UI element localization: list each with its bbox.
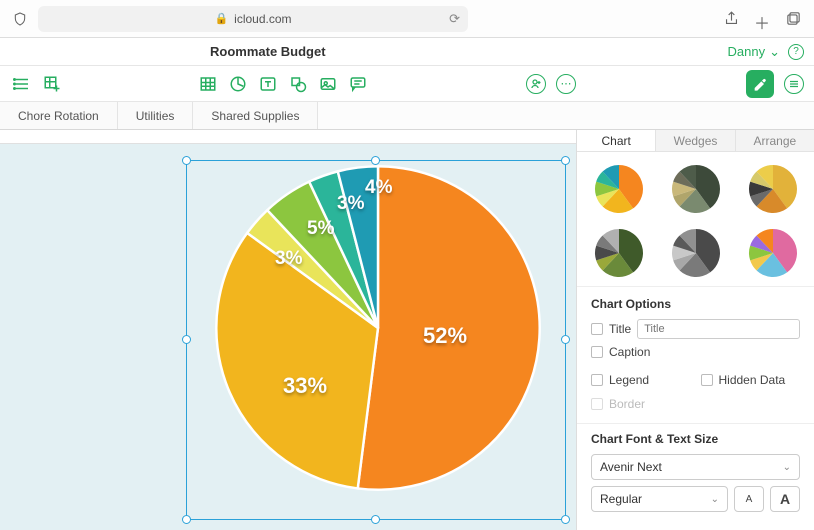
- format-button[interactable]: [746, 70, 774, 98]
- pie-label-5: 5%: [307, 218, 334, 240]
- chart-style-thumb-3[interactable]: [745, 164, 800, 214]
- reload-icon[interactable]: ⟳: [449, 11, 460, 27]
- insert-shape-button[interactable]: [286, 72, 310, 96]
- pie-label-4: 4%: [365, 177, 392, 199]
- collaborate-button[interactable]: [526, 74, 546, 94]
- chart-font-heading: Chart Font & Text Size: [591, 432, 800, 446]
- border-checkbox: [591, 398, 603, 410]
- lock-icon: 🔒: [214, 12, 228, 25]
- chart-style-thumb-2[interactable]: [668, 164, 723, 214]
- chart-font-section: Chart Font & Text Size Avenir Next ⌄ Reg…: [577, 424, 814, 530]
- chart-title-input[interactable]: [637, 319, 800, 339]
- chevron-down-icon: ⌄: [711, 494, 719, 505]
- chart-style-thumb-6[interactable]: [745, 228, 800, 278]
- font-size-decrease[interactable]: A: [734, 486, 764, 512]
- app-header: Roommate Budget Danny ⌄ ?: [0, 38, 814, 66]
- resize-handle-se[interactable]: [561, 515, 570, 524]
- legend-label: Legend: [609, 373, 649, 387]
- font-weight-select[interactable]: Regular ⌄: [591, 486, 728, 512]
- hidden-data-label: Hidden Data: [719, 373, 786, 387]
- share-icon[interactable]: [723, 10, 740, 27]
- pie-chart[interactable]: 52% 33% 3% 5% 3% 4%: [213, 163, 543, 493]
- help-button[interactable]: ?: [788, 44, 804, 60]
- sheet-tab-shared-supplies[interactable]: Shared Supplies: [193, 102, 318, 129]
- resize-handle-e[interactable]: [561, 335, 570, 344]
- user-menu[interactable]: Danny ⌄: [728, 44, 780, 60]
- document-title: Roommate Budget: [210, 44, 326, 59]
- selected-chart[interactable]: 52% 33% 3% 5% 3% 4%: [186, 160, 566, 520]
- pie-label-52: 52%: [423, 323, 467, 349]
- chart-style-thumb-4[interactable]: [591, 228, 646, 278]
- resize-handle-sw[interactable]: [182, 515, 191, 524]
- chart-options-heading: Chart Options: [591, 297, 800, 311]
- insert-chart-button[interactable]: [226, 72, 250, 96]
- resize-handle-ne[interactable]: [561, 156, 570, 165]
- title-label: Title: [609, 322, 631, 336]
- resize-handle-w[interactable]: [182, 335, 191, 344]
- font-size-increase[interactable]: A: [770, 486, 800, 512]
- privacy-shield-icon[interactable]: [12, 10, 28, 28]
- caption-label: Caption: [609, 345, 650, 359]
- format-inspector: Chart Wedges Arrange Chart Options Title…: [576, 130, 814, 530]
- resize-handle-n[interactable]: [371, 156, 380, 165]
- chart-style-grid: [577, 152, 814, 287]
- toolbar: ⋯: [0, 66, 814, 102]
- font-family-value: Avenir Next: [600, 460, 662, 474]
- pie-label-33: 33%: [283, 373, 327, 399]
- pie-label-3b: 3%: [337, 193, 364, 215]
- chevron-down-icon: ⌄: [769, 44, 780, 60]
- resize-handle-nw[interactable]: [182, 156, 191, 165]
- tab-arrange[interactable]: Arrange: [736, 130, 814, 151]
- spreadsheet-canvas[interactable]: 52% 33% 3% 5% 3% 4%: [0, 130, 576, 530]
- font-family-select[interactable]: Avenir Next ⌄: [591, 454, 800, 480]
- hidden-data-checkbox[interactable]: [701, 374, 713, 386]
- insert-media-button[interactable]: [316, 72, 340, 96]
- insert-text-button[interactable]: [256, 72, 280, 96]
- tabs-icon[interactable]: [785, 10, 802, 27]
- tab-chart[interactable]: Chart: [577, 130, 656, 151]
- new-tab-icon[interactable]: ＋: [754, 10, 771, 27]
- insert-comment-button[interactable]: [346, 72, 370, 96]
- chart-style-thumb-5[interactable]: [668, 228, 723, 278]
- sheet-tabs: Chore Rotation Utilities Shared Supplies: [0, 102, 814, 130]
- chevron-down-icon: ⌄: [783, 462, 791, 473]
- resize-handle-s[interactable]: [371, 515, 380, 524]
- chart-style-thumb-1[interactable]: [591, 164, 646, 214]
- insert-table-button[interactable]: [196, 72, 220, 96]
- legend-checkbox[interactable]: [591, 374, 603, 386]
- user-name: Danny: [728, 44, 766, 59]
- address-bar[interactable]: 🔒 icloud.com ⟳: [38, 6, 468, 32]
- sheet-tab-utilities[interactable]: Utilities: [118, 102, 194, 129]
- inspector-tabs: Chart Wedges Arrange: [577, 130, 814, 152]
- more-button[interactable]: ⋯: [556, 74, 576, 94]
- url-text: icloud.com: [234, 12, 291, 26]
- organize-button[interactable]: [784, 74, 804, 94]
- pie-label-3a: 3%: [275, 248, 302, 270]
- view-menu-button[interactable]: [10, 72, 34, 96]
- font-weight-value: Regular: [600, 492, 642, 506]
- caption-checkbox[interactable]: [591, 346, 603, 358]
- tab-wedges[interactable]: Wedges: [656, 130, 735, 151]
- sheet-tab-chore-rotation[interactable]: Chore Rotation: [0, 102, 118, 129]
- title-checkbox[interactable]: [591, 323, 603, 335]
- browser-bar: 🔒 icloud.com ⟳ ＋: [0, 0, 814, 38]
- border-label: Border: [609, 397, 645, 411]
- add-sheet-button[interactable]: [40, 72, 64, 96]
- chart-options-section: Chart Options Title Caption Legend Hidde…: [577, 287, 814, 424]
- sheet-tab-empty: [318, 102, 814, 129]
